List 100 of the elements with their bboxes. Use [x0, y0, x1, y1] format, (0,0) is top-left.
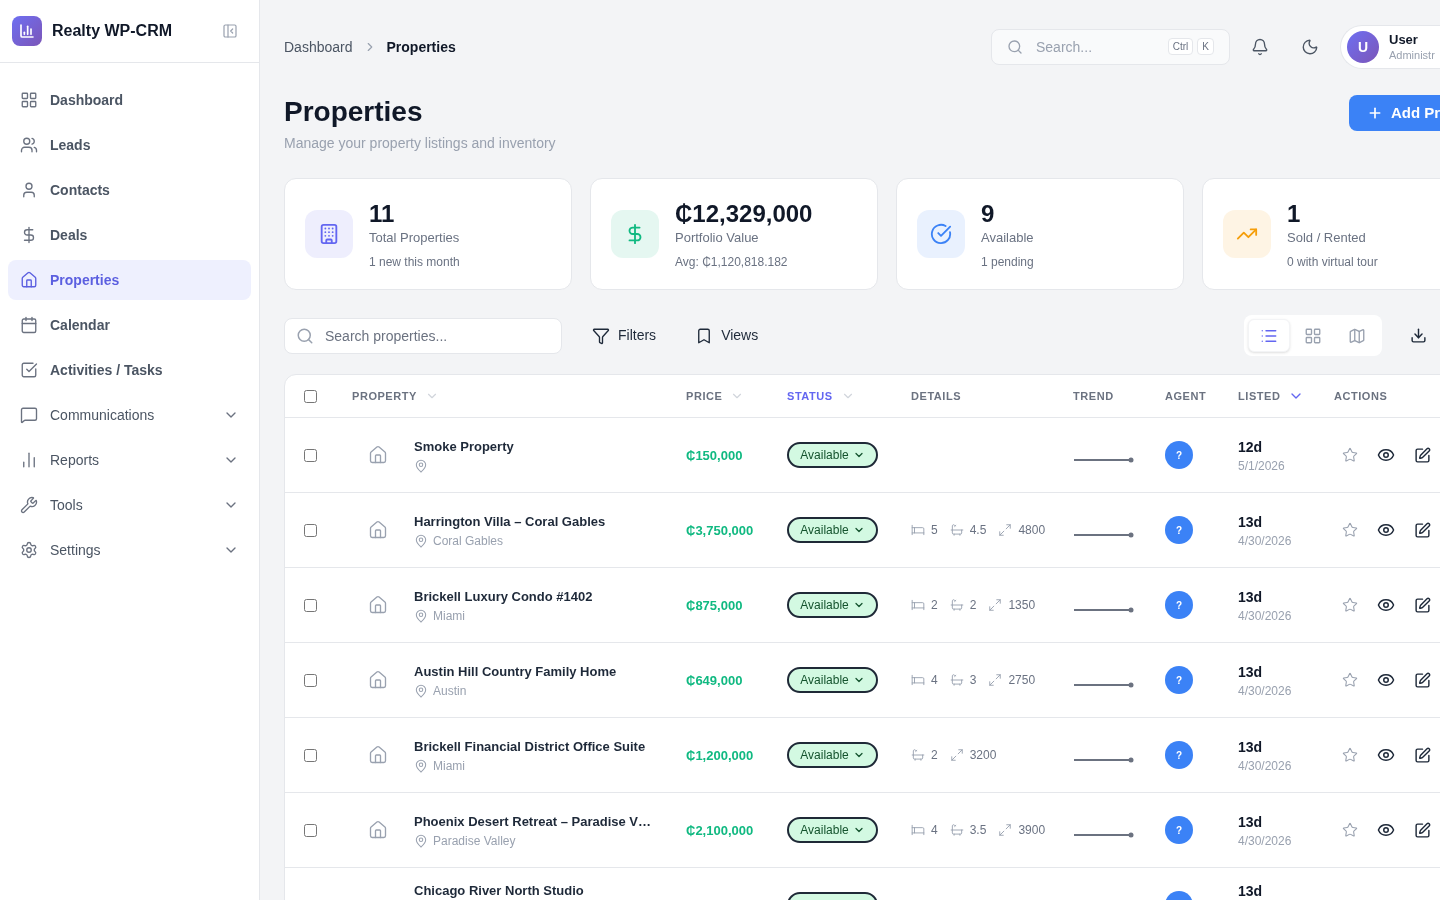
listed-age: 13d [1238, 587, 1264, 607]
bed-icon [911, 598, 925, 612]
wrench-icon [20, 496, 38, 514]
listed-date: 4/30/2026 [1238, 607, 1293, 624]
property-name[interactable]: Harrington Villa – Coral Gables [414, 511, 606, 532]
nav-item[interactable]: Contacts [8, 170, 251, 210]
detail-value: 2 [969, 597, 977, 614]
property-name[interactable]: Brickell Luxury Condo #1402 [414, 586, 593, 607]
property-name[interactable]: Smoke Property [414, 436, 514, 457]
column-header[interactable]: LISTED [1238, 387, 1305, 405]
row-checkbox[interactable] [304, 598, 317, 612]
agent-avatar: ? [1165, 591, 1193, 619]
add-property-button[interactable]: Add Pr [1349, 95, 1440, 131]
property-name[interactable]: Brickell Financial District Office Suite [414, 736, 646, 757]
row-checkbox[interactable] [304, 523, 317, 537]
property-location: Coral Gables [433, 532, 504, 549]
page-title: Properties [284, 95, 424, 129]
nav-item[interactable]: Reports [8, 440, 251, 480]
users-icon [20, 136, 38, 154]
download-icon [1410, 327, 1427, 344]
status-dropdown[interactable]: Available [787, 667, 878, 693]
nav-item[interactable]: Properties [8, 260, 251, 300]
bed-icon [911, 523, 925, 537]
detail-value: 4.5 [969, 522, 987, 539]
stat-label: Available [981, 228, 1034, 247]
listed-age: 13d [1238, 882, 1264, 899]
eye-icon [1377, 446, 1395, 464]
stat-note: 1 pending [981, 253, 1034, 270]
grid-icon [1304, 326, 1322, 345]
row-checkbox[interactable] [304, 673, 317, 687]
stat-value: 1 [1287, 198, 1302, 229]
status-dropdown[interactable]: Available [787, 592, 878, 618]
trend-sparkline [1074, 606, 1134, 613]
house-icon [368, 445, 388, 465]
property-name[interactable]: Phoenix Desert Retreat – Paradise V… [414, 811, 651, 832]
property-price: ₵649,000 [686, 673, 743, 688]
nav-item[interactable]: Communications [8, 395, 251, 435]
agent-avatar: ? [1165, 441, 1193, 469]
listed-age: 13d [1238, 662, 1264, 682]
bed-icon [911, 673, 925, 687]
user-avatar: U [1347, 31, 1379, 63]
logo-icon [12, 16, 42, 46]
expand-arrows-icon [988, 598, 1003, 612]
agent-avatar: ? [1165, 516, 1193, 544]
user-name: User [1389, 32, 1418, 48]
property-location: Paradise Valley [433, 832, 516, 849]
bar-chart-icon [20, 451, 38, 469]
status-dropdown[interactable]: Available [787, 742, 878, 768]
trend-sparkline [1074, 681, 1134, 688]
stat-label: Portfolio Value [675, 228, 760, 247]
toolbar-button[interactable]: Views [679, 317, 775, 354]
listed-age: 13d [1238, 512, 1264, 532]
row-checkbox[interactable] [304, 823, 317, 837]
column-header[interactable]: PROPERTY [352, 387, 439, 405]
eye-icon [1377, 521, 1395, 539]
property-search-field[interactable]: Search properties... [284, 317, 562, 354]
grid-icon [20, 91, 38, 109]
eye-icon [1377, 821, 1395, 839]
detail-value: 4 [931, 672, 938, 689]
shortcut-key: K [1197, 38, 1214, 55]
listed-date: 4/30/2026 [1238, 832, 1293, 849]
nav-item[interactable]: Calendar [8, 305, 251, 345]
toolbar-button[interactable]: Filters [576, 317, 673, 354]
stat-note: 1 new this month [369, 253, 460, 270]
stat-label: Sold / Rented [1287, 228, 1367, 247]
nav-item[interactable]: Tools [8, 485, 251, 525]
house-icon [20, 271, 38, 289]
edit-icon [1413, 596, 1431, 614]
filter-icon [592, 326, 610, 345]
listed-date: 4/30/2026 [1238, 532, 1293, 549]
status-dropdown[interactable]: Available [787, 517, 878, 543]
stat-note: 0 with virtual tour [1287, 253, 1378, 270]
column-header: TREND [1073, 388, 1114, 404]
row-checkbox[interactable] [304, 448, 317, 462]
nav-item[interactable]: Settings [8, 530, 251, 570]
stat-label: Total Properties [369, 228, 460, 247]
nav-item[interactable]: Activities / Tasks [8, 350, 251, 390]
agent-avatar: ? [1165, 816, 1193, 844]
expand-arrows-icon [998, 823, 1013, 837]
property-name[interactable]: Chicago River North Studio [414, 882, 584, 899]
bath-icon [949, 823, 964, 837]
nav-item[interactable]: Deals [8, 215, 251, 255]
property-name[interactable]: Austin Hill Country Family Home [414, 661, 617, 682]
listed-age: 12d [1238, 437, 1264, 457]
column-header[interactable]: PRICE [686, 387, 745, 405]
column-header[interactable]: STATUS [787, 387, 855, 405]
nav-item[interactable]: Dashboard [8, 80, 251, 120]
status-dropdown[interactable]: Available [787, 442, 878, 468]
user-menu[interactable]: U User Administr [1340, 25, 1440, 69]
list-view-button[interactable] [1248, 319, 1290, 352]
breadcrumb-link[interactable]: Dashboard [284, 36, 353, 58]
select-all-checkbox[interactable] [304, 389, 317, 403]
property-price: ₵2,100,000 [686, 823, 754, 838]
house-icon [368, 520, 388, 540]
nav-item[interactable]: Leads [8, 125, 251, 165]
agent-avatar: ? [1165, 666, 1193, 694]
status-dropdown[interactable]: Available [787, 817, 878, 843]
row-checkbox[interactable] [304, 748, 317, 762]
page-subtitle: Manage your property listings and inventory [284, 134, 556, 153]
map-pin-icon [414, 458, 428, 473]
